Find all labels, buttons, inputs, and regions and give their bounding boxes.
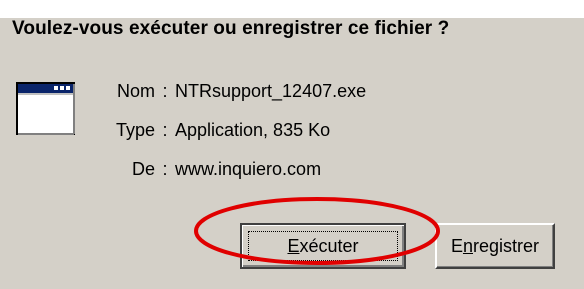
application-window-icon — [16, 82, 76, 136]
page: Voulez-vous exécuter ou enregistrer ce f… — [0, 0, 584, 289]
file-source-separator: : — [162, 159, 168, 179]
file-name-separator: : — [162, 81, 168, 101]
dialog-question: Voulez-vous exécuter ou enregistrer ce f… — [12, 18, 450, 39]
file-name-label: Nom — [116, 81, 155, 101]
run-label-rest: xécuter — [299, 236, 359, 256]
file-type-row: Type: Application, 835 Ko — [90, 120, 330, 141]
file-type-label: Type — [115, 120, 155, 140]
save-button-label: Enregistrer — [437, 236, 553, 257]
save-label-first: E — [450, 236, 463, 256]
file-type-separator: : — [162, 120, 168, 140]
file-download-dialog: Voulez-vous exécuter ou enregistrer ce f… — [0, 18, 584, 289]
file-name-row: Nom: NTRsupport_12407.exe — [90, 81, 366, 102]
run-button-label: Exécuter — [242, 236, 404, 257]
save-button[interactable]: Enregistrer — [435, 223, 555, 269]
file-type-value: Application, 835 Ko — [175, 120, 331, 140]
save-label-rest: registrer — [473, 236, 540, 256]
file-name-value: NTRsupport_12407.exe — [175, 81, 367, 101]
file-source-value: www.inquiero.com — [175, 159, 322, 179]
run-mnemonic: E — [287, 236, 300, 256]
save-mnemonic: n — [462, 236, 473, 256]
file-source-row: De: www.inquiero.com — [90, 159, 321, 180]
file-source-label: De — [131, 159, 155, 179]
run-button[interactable]: Exécuter — [240, 223, 406, 269]
